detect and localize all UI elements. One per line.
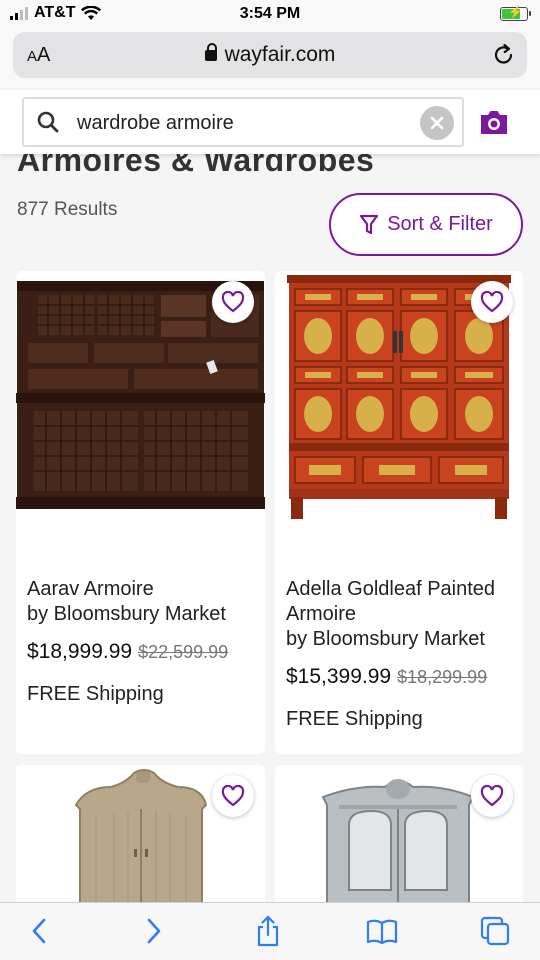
favorite-button[interactable]: [471, 281, 513, 323]
product-price: $15,399.99 $18,299.99: [286, 665, 487, 689]
product-price: $18,999.99 $22,599.99: [27, 640, 228, 664]
bookmarks-icon[interactable]: [366, 915, 398, 947]
product-name[interactable]: Aarav Armoire by Bloomsbury Market: [27, 577, 226, 627]
address-bar[interactable]: AA wayfair.com: [13, 32, 527, 78]
product-brand: by Bloomsbury Market: [286, 628, 485, 650]
clear-search-button[interactable]: [420, 106, 454, 140]
favorite-button[interactable]: [212, 775, 254, 817]
battery-icon: ⚡: [500, 5, 531, 21]
url-display[interactable]: wayfair.com: [13, 43, 527, 67]
browser-toolbar: [0, 902, 540, 960]
forward-icon[interactable]: [137, 915, 169, 947]
product-name-line: Armoire: [286, 603, 357, 625]
reload-icon[interactable]: [491, 42, 517, 68]
share-icon[interactable]: [252, 915, 284, 947]
url-text: wayfair.com: [224, 43, 336, 66]
favorite-button[interactable]: [212, 281, 254, 323]
search-icon: [37, 111, 59, 133]
status-bar: AT&T 3:54 PM ⚡: [0, 0, 540, 30]
heart-icon: [480, 785, 504, 807]
heart-icon: [221, 785, 245, 807]
camera-search-icon[interactable]: [478, 108, 510, 136]
current-price: $15,399.99: [286, 665, 392, 688]
status-time: 3:54 PM: [239, 5, 301, 22]
filter-icon: [360, 214, 379, 234]
search-query: wardrobe armoire: [77, 112, 234, 134]
product-brand: by Bloomsbury Market: [27, 603, 226, 625]
product-name-line: Adella Goldleaf Painted: [286, 578, 496, 600]
back-icon[interactable]: [24, 915, 56, 947]
shipping-label: FREE Shipping: [27, 683, 164, 705]
search-input[interactable]: wardrobe armoire: [22, 97, 464, 147]
heart-icon: [221, 291, 245, 313]
browser-address-area: AA wayfair.com: [0, 30, 540, 88]
product-name-line: Aarav Armoire: [27, 578, 154, 600]
current-price: $18,999.99: [27, 640, 133, 663]
product-card[interactable]: Aarav Armoire by Bloomsbury Market $18,9…: [16, 271, 265, 754]
sort-filter-button[interactable]: Sort & Filter: [329, 193, 523, 256]
favorite-button[interactable]: [471, 775, 513, 817]
sort-filter-label: Sort & Filter: [387, 213, 493, 235]
heart-icon: [480, 291, 504, 313]
original-price: $18,299.99: [397, 667, 488, 687]
original-price: $22,599.99: [138, 642, 229, 662]
results-count: 877 Results: [17, 199, 118, 220]
lock-icon: [204, 43, 217, 61]
close-icon: [430, 116, 444, 130]
tabs-icon[interactable]: [479, 915, 511, 947]
product-name[interactable]: Adella Goldleaf Painted Armoire by Bloom…: [286, 577, 495, 652]
search-header: wardrobe armoire: [0, 90, 540, 154]
product-card[interactable]: Adella Goldleaf Painted Armoire by Bloom…: [275, 271, 523, 754]
shipping-label: FREE Shipping: [286, 708, 423, 730]
